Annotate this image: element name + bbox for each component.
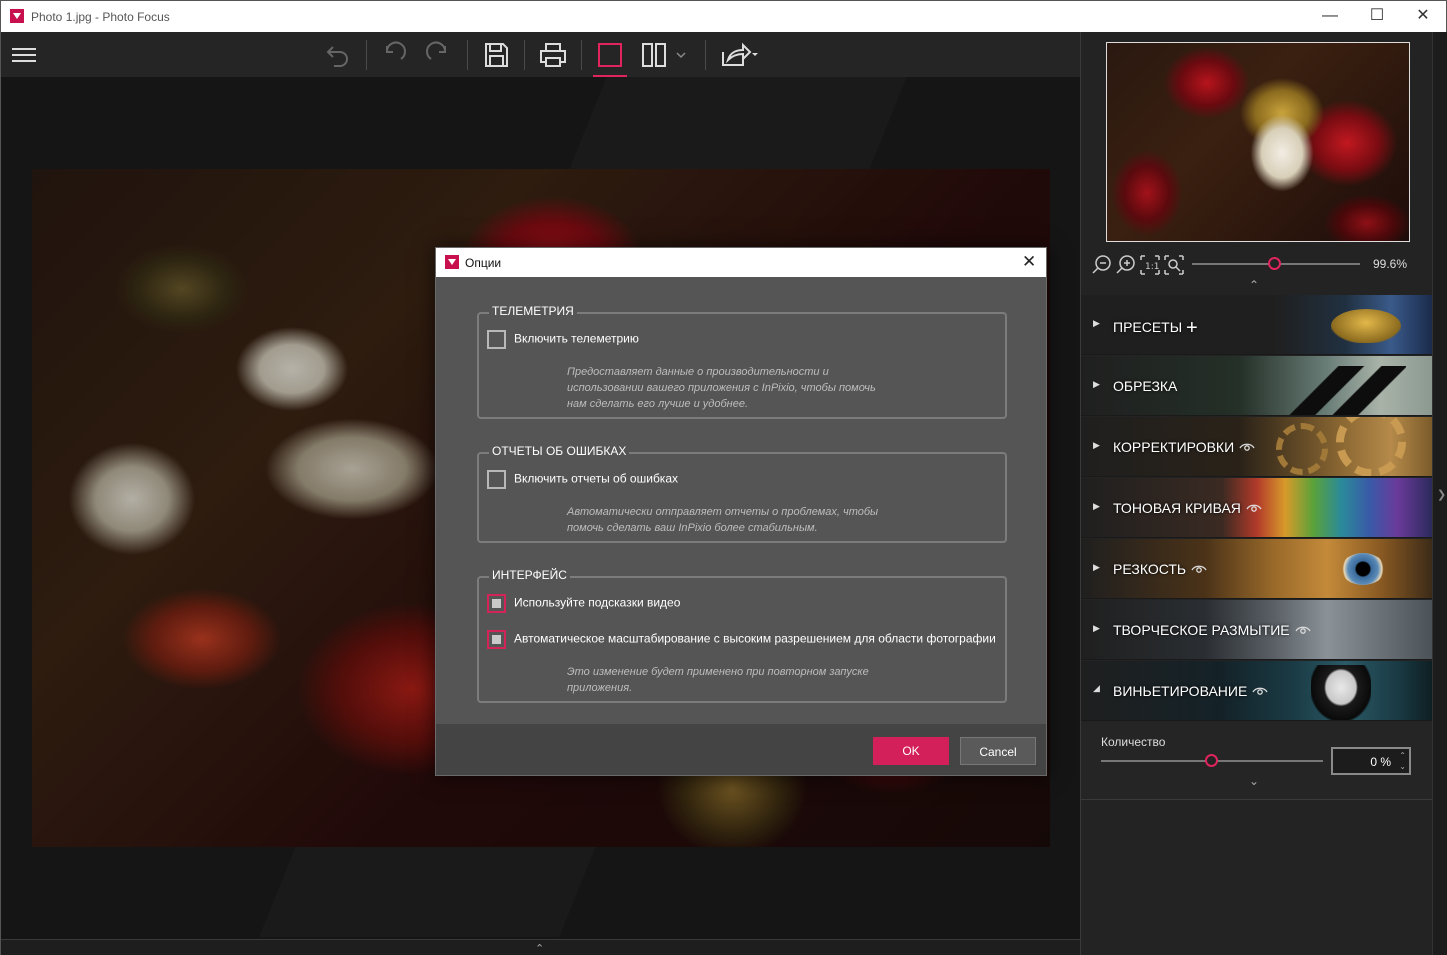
app-logo-icon — [445, 255, 459, 269]
zoom-out-icon[interactable] — [1091, 254, 1113, 276]
telemetry-checkbox[interactable] — [487, 330, 506, 349]
panel-creative-blur[interactable]: ▶ ТВОРЧЕСКОЕ РАЗМЫТИЕ — [1081, 600, 1433, 660]
error-reports-checkbox[interactable] — [487, 470, 506, 489]
interface-description: Это изменение будет применено при повтор… — [567, 666, 869, 694]
autoscale-checkbox-row[interactable]: Автоматическое масштабирование с высоким… — [487, 630, 996, 649]
visibility-eye-icon[interactable] — [1246, 501, 1262, 517]
expand-right-icon[interactable]: ❯ — [1437, 488, 1446, 501]
panel-tone-curve[interactable]: ▶ ТОНОВАЯ КРИВАЯ — [1081, 478, 1433, 538]
add-preset-icon[interactable]: + — [1186, 317, 1198, 339]
navigator-thumbnail[interactable] — [1106, 42, 1410, 242]
share-icon[interactable] — [717, 38, 761, 72]
telemetry-description: Предоставляет данные о производительност… — [567, 366, 876, 410]
visibility-eye-icon[interactable] — [1191, 562, 1207, 578]
error-reports-legend: ОТЧЕТЫ ОБ ОШИБКАХ — [489, 444, 630, 458]
panel-crop[interactable]: ▶ ОБРЕЗКА — [1081, 356, 1433, 416]
save-icon[interactable] — [479, 38, 513, 72]
interface-legend: ИНТЕРФЕЙС — [489, 568, 570, 582]
dialog-titlebar: Опции ✕ — [436, 248, 1046, 277]
telemetry-legend: ТЕЛЕМЕТРИЯ — [489, 304, 577, 318]
panel-sharpness[interactable]: ▶ РЕЗКОСТЬ — [1081, 539, 1433, 599]
visibility-eye-icon[interactable] — [1239, 440, 1255, 456]
fit-to-screen-icon[interactable] — [1163, 254, 1185, 276]
error-reports-checkbox-row[interactable]: Включить отчеты об ошибках — [487, 470, 678, 489]
autoscale-label: Автоматическое масштабирование с высоким… — [514, 631, 996, 646]
right-edge-strip: ❯ — [1432, 32, 1447, 955]
cancel-button[interactable]: Cancel — [960, 737, 1036, 765]
video-hints-label: Используйте подсказки видео — [514, 595, 681, 610]
actual-size-icon[interactable]: 1:1 — [1139, 254, 1161, 276]
spinner-arrows-icon[interactable]: ⌃ ⌄ — [1399, 750, 1406, 772]
undo-icon[interactable] — [377, 38, 411, 72]
expand-filmstrip-icon[interactable]: ⌃ — [535, 942, 544, 955]
panel-vignette[interactable]: ◢ ВИНЬЕТИРОВАНИЕ — [1081, 661, 1433, 721]
vignette-amount-input[interactable]: 0 % ⌃ ⌄ — [1331, 747, 1411, 775]
split-view-icon[interactable] — [637, 38, 671, 72]
zoom-value: 99.6% — [1373, 257, 1408, 271]
panel-sharpness-label: РЕЗКОСТЬ — [1113, 561, 1207, 578]
dialog-close-icon[interactable]: ✕ — [1022, 252, 1036, 272]
zoom-slider-knob[interactable] — [1268, 257, 1281, 270]
video-hints-checkbox[interactable] — [487, 594, 506, 613]
options-dialog: Опции ✕ ТЕЛЕМЕТРИЯ Включить телеметрию П… — [435, 247, 1047, 776]
panel-vignette-label: ВИНЬЕТИРОВАНИЕ — [1113, 683, 1268, 700]
window-title: Photo 1.jpg - Photo Focus — [31, 10, 170, 24]
interface-group: ИНТЕРФЕЙС Используйте подсказки видео Ав… — [477, 568, 1007, 703]
dropdown-chevron-icon[interactable] — [671, 38, 691, 72]
title-bar: Photo 1.jpg - Photo Focus — ☐ ✕ — [1, 1, 1446, 32]
telemetry-group: ТЕЛЕМЕТРИЯ Включить телеметрию Предостав… — [477, 304, 1007, 419]
video-hints-checkbox-row[interactable]: Используйте подсказки видео — [487, 594, 680, 613]
minimize-button[interactable]: — — [1307, 1, 1353, 32]
visibility-eye-icon[interactable] — [1295, 623, 1311, 639]
zoom-controls: 1:1 99.6% — [1091, 254, 1421, 278]
telemetry-checkbox-row[interactable]: Включить телеметрию — [487, 330, 639, 349]
visibility-eye-icon[interactable] — [1252, 684, 1268, 700]
collapse-navigator-icon[interactable]: ⌃ — [1249, 278, 1259, 292]
vignette-amount-value: 0 % — [1370, 755, 1391, 769]
right-panel: 1:1 99.6% ⌃ ▶ ПРЕСЕТЫ + ▶ ОБРЕЗКА ▶ КОРР… — [1080, 32, 1433, 955]
collapse-panel-icon[interactable]: ⌄ — [1249, 774, 1259, 788]
panel-tone-curve-label: ТОНОВАЯ КРИВАЯ — [1113, 500, 1262, 517]
dialog-title: Опции — [465, 256, 502, 270]
autoscale-checkbox[interactable] — [487, 630, 506, 649]
redo-icon[interactable] — [421, 38, 455, 72]
print-icon[interactable] — [536, 38, 570, 72]
single-view-icon[interactable] — [593, 38, 627, 78]
dialog-footer: OK Cancel — [436, 724, 1046, 775]
vignette-amount-label: Количество — [1101, 735, 1166, 749]
vignette-controls: Количество 0 % ⌃ ⌄ ⌄ — [1081, 722, 1433, 800]
telemetry-checkbox-label: Включить телеметрию — [514, 331, 639, 346]
panel-creative-blur-label: ТВОРЧЕСКОЕ РАЗМЫТИЕ — [1113, 622, 1311, 639]
zoom-in-icon[interactable] — [1115, 254, 1137, 276]
maximize-button[interactable]: ☐ — [1354, 1, 1400, 32]
error-reports-description: Автоматически отправляет отчеты о пробле… — [567, 506, 879, 534]
ok-button[interactable]: OK — [873, 737, 949, 765]
app-window: Photo 1.jpg - Photo Focus — ☐ ✕ ⌃ 1:1 99… — [0, 0, 1447, 955]
main-toolbar — [1, 32, 1080, 78]
menu-icon[interactable] — [7, 38, 41, 72]
panel-adjustments[interactable]: ▶ КОРРЕКТИРОВКИ — [1081, 417, 1433, 477]
panel-adjustments-label: КОРРЕКТИРОВКИ — [1113, 439, 1255, 456]
error-reports-checkbox-label: Включить отчеты об ошибках — [514, 471, 678, 486]
undo-all-icon[interactable] — [321, 38, 355, 72]
panel-presets[interactable]: ▶ ПРЕСЕТЫ + — [1081, 295, 1433, 355]
filmstrip-bar: ⌃ — [1, 939, 1080, 955]
svg-text:1:1: 1:1 — [1145, 262, 1159, 272]
error-reports-group: ОТЧЕТЫ ОБ ОШИБКАХ Включить отчеты об оши… — [477, 444, 1007, 543]
app-logo-icon — [10, 9, 24, 23]
vignette-amount-knob[interactable] — [1205, 754, 1218, 767]
panel-crop-label: ОБРЕЗКА — [1113, 378, 1178, 394]
panel-presets-label: ПРЕСЕТЫ + — [1113, 317, 1198, 339]
close-button[interactable]: ✕ — [1400, 1, 1446, 32]
